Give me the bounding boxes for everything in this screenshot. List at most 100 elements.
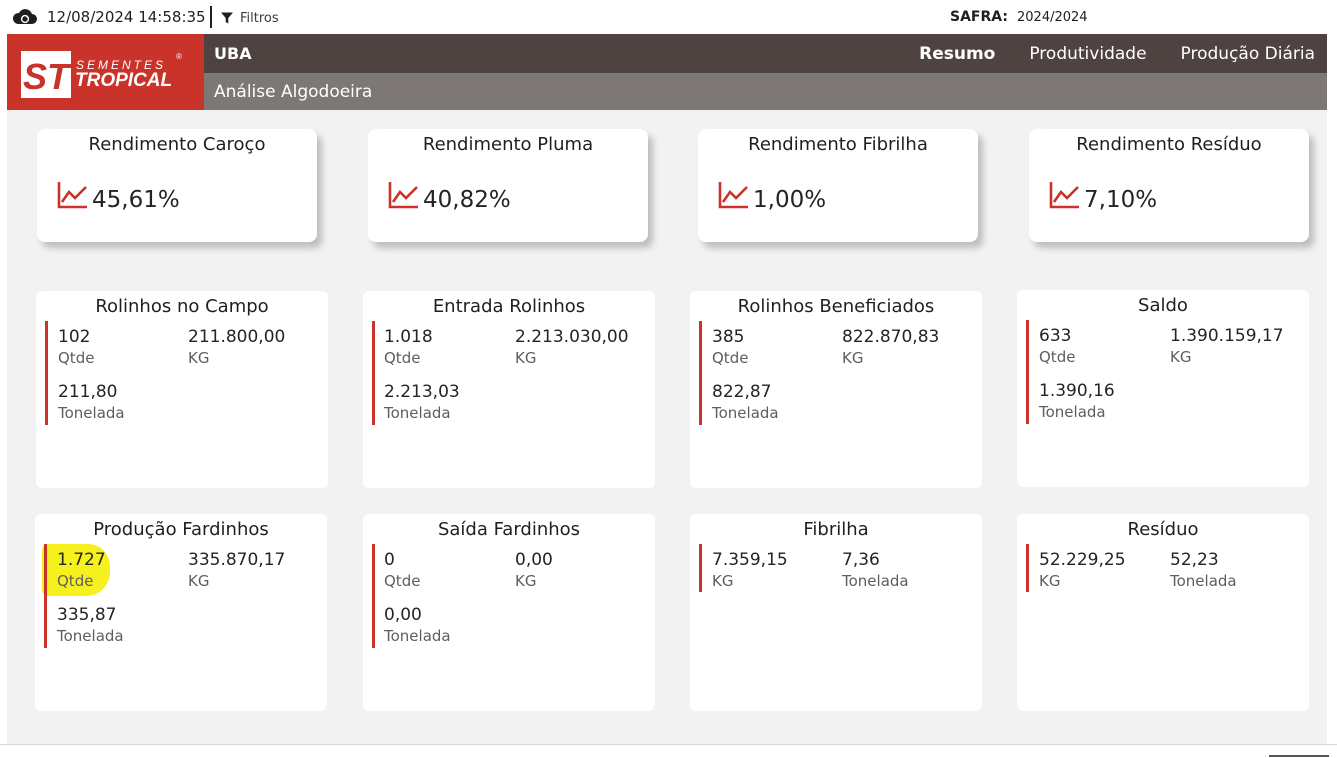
accent-bar	[45, 321, 48, 425]
accent-bar	[372, 544, 375, 648]
metric-label: Tonelada	[57, 627, 124, 645]
metric-kg: 1.390.159,17 KG	[1170, 325, 1284, 367]
metric-label: Tonelada	[1170, 572, 1237, 590]
bottom-status-strip	[0, 744, 1337, 758]
logo-registered: ®	[176, 52, 182, 61]
tab-resumo[interactable]: Resumo	[897, 44, 1007, 64]
cloud-refresh-icon[interactable]	[12, 8, 38, 26]
metric-value: 2.213,03	[384, 382, 460, 402]
metric-qtde: 1.727 Qtde	[57, 549, 106, 591]
kpi-title: Rendimento Caroço	[88, 134, 266, 155]
card-producao-fardinhos[interactable]: Produção Fardinhos 1.727 Qtde 335.870,17…	[35, 514, 327, 711]
kpi-title: Rendimento Fibrilha	[748, 134, 928, 155]
metric-tonelada: 52,23 Tonelada	[1170, 549, 1237, 591]
top-bar: 12/08/2024 14:58:35 Filtros SAFRA: 2024/…	[0, 0, 1337, 34]
metric-tonelada: 2.213,03 Tonelada	[384, 381, 460, 423]
accent-bar	[372, 321, 375, 425]
header-top-band: UBA Resumo Produtividade Produção Diária	[204, 34, 1327, 73]
report-canvas: Rendimento Caroço 45,61% Rendimento Plum…	[7, 110, 1327, 744]
metric-kg: 0,00 KG	[515, 549, 553, 591]
metric-value: 822,87	[712, 382, 772, 402]
trend-up-icon	[388, 182, 418, 209]
kpi-card-rendimento-caroco[interactable]: Rendimento Caroço 45,61%	[37, 129, 317, 242]
card-title: Saldo	[1138, 295, 1188, 316]
card-title: Resíduo	[1127, 519, 1199, 540]
card-title: Rolinhos no Campo	[95, 296, 269, 317]
card-title: Rolinhos Beneficiados	[737, 296, 935, 317]
trend-up-icon	[1049, 182, 1079, 209]
kpi-title: Rendimento Resíduo	[1076, 134, 1262, 155]
metric-kg: 52.229,25 KG	[1039, 549, 1126, 591]
tab-produtividade[interactable]: Produtividade	[1007, 44, 1158, 64]
header-bottom-band: Análise Algodoeira	[204, 73, 1327, 110]
accent-bar	[699, 544, 702, 592]
metric-qtde: 102 Qtde	[58, 326, 94, 368]
filters-button[interactable]: Filtros	[220, 8, 279, 28]
trend-up-icon	[57, 182, 87, 209]
metric-value: 0	[384, 550, 395, 570]
metric-label: KG	[188, 572, 210, 590]
metric-label: KG	[188, 349, 210, 367]
card-entrada-rolinhos[interactable]: Entrada Rolinhos 1.018 Qtde 2.213.030,00…	[363, 291, 655, 488]
card-fibrilha[interactable]: Fibrilha 7.359,15 KG 7,36 Tonelada	[690, 514, 982, 711]
page-title: UBA	[214, 44, 252, 63]
trend-up-icon	[718, 182, 748, 209]
metric-label: KG	[712, 572, 734, 590]
metric-label: Qtde	[384, 349, 421, 367]
metric-tonelada: 211,80 Tonelada	[58, 381, 125, 423]
kpi-card-rendimento-residuo[interactable]: Rendimento Resíduo 7,10%	[1029, 129, 1309, 242]
metric-label: Qtde	[1039, 348, 1076, 366]
kpi-value: 1,00%	[753, 187, 827, 213]
metric-value: 1.390,16	[1039, 381, 1115, 401]
metric-tonelada: 7,36 Tonelada	[842, 549, 909, 591]
metric-label: KG	[842, 349, 864, 367]
card-rolinhos-no-campo[interactable]: Rolinhos no Campo 102 Qtde 211.800,00 KG…	[36, 291, 328, 488]
metric-value: 1.727	[57, 550, 106, 570]
accent-bar	[1026, 320, 1029, 424]
kpi-card-rendimento-pluma[interactable]: Rendimento Pluma 40,82%	[368, 129, 648, 242]
card-title: Fibrilha	[803, 519, 869, 540]
card-title: Produção Fardinhos	[93, 519, 269, 540]
metric-kg: 7.359,15 KG	[712, 549, 788, 591]
metric-kg: 822.870,83 KG	[842, 326, 939, 368]
card-residuo[interactable]: Resíduo 52.229,25 KG 52,23 Tonelada	[1017, 514, 1309, 711]
metric-label: Tonelada	[1039, 403, 1106, 421]
metric-value: 2.213.030,00	[515, 327, 629, 347]
card-rolinhos-beneficiados[interactable]: Rolinhos Beneficiados 385 Qtde 822.870,8…	[690, 291, 982, 488]
kpi-value: 45,61%	[92, 187, 180, 213]
metric-value: 1.018	[384, 327, 433, 347]
metric-qtde: 633 Qtde	[1039, 325, 1075, 367]
metric-qtde: 0 Qtde	[384, 549, 420, 591]
metric-tonelada: 335,87 Tonelada	[57, 604, 124, 646]
card-saida-fardinhos[interactable]: Saída Fardinhos 0 Qtde 0,00 KG 0,00 Tone…	[363, 514, 655, 711]
metric-label: Tonelada	[58, 404, 125, 422]
metric-kg: 335.870,17 KG	[188, 549, 285, 591]
metric-value: 335,87	[57, 605, 117, 625]
report-header: ST SEMENTES TROPICAL ® UBA Resumo Produt…	[7, 34, 1327, 110]
metric-value: 0,00	[515, 550, 553, 570]
metric-value: 335.870,17	[188, 550, 286, 570]
safra-value[interactable]: 2024/2024	[1017, 10, 1088, 25]
card-saldo[interactable]: Saldo 633 Qtde 1.390.159,17 KG 1.390,16 …	[1017, 290, 1309, 487]
metric-tonelada: 0,00 Tonelada	[384, 604, 451, 646]
metric-label: KG	[515, 572, 537, 590]
metric-label: Tonelada	[842, 572, 909, 590]
kpi-card-rendimento-fibrilha[interactable]: Rendimento Fibrilha 1,00%	[698, 129, 978, 242]
metric-value: 7,36	[842, 550, 880, 570]
metric-label: Qtde	[384, 572, 421, 590]
metric-label: Qtde	[57, 572, 94, 590]
metric-qtde: 385 Qtde	[712, 326, 748, 368]
tab-producao-diaria[interactable]: Produção Diária	[1159, 44, 1327, 64]
kpi-value: 7,10%	[1084, 187, 1158, 213]
metric-value: 211.800,00	[188, 327, 286, 347]
metric-value: 52,23	[1170, 550, 1219, 570]
metric-tonelada: 822,87 Tonelada	[712, 381, 779, 423]
metric-label: KG	[1039, 572, 1061, 590]
metric-label: Tonelada	[384, 404, 451, 422]
metric-value: 633	[1039, 326, 1072, 346]
metric-label: Tonelada	[712, 404, 779, 422]
card-title: Saída Fardinhos	[437, 519, 581, 540]
accent-bar	[44, 544, 47, 648]
metric-value: 52.229,25	[1039, 550, 1126, 570]
zoom-slider-track[interactable]	[1269, 755, 1329, 757]
